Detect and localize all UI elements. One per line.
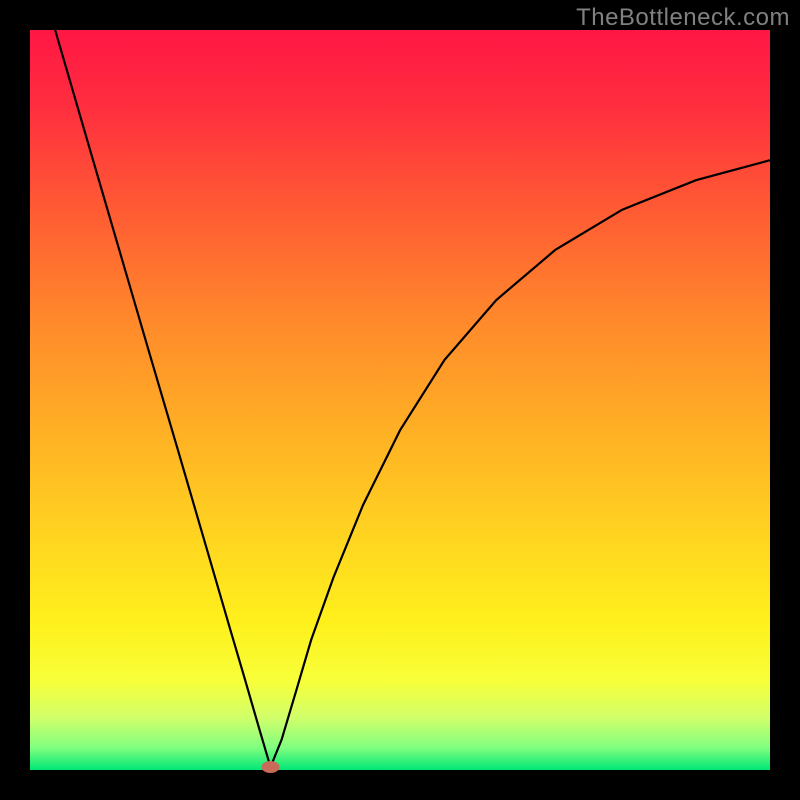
plot-background [30,30,770,770]
watermark-text: TheBottleneck.com [576,4,790,32]
chart-container: TheBottleneck.com [0,0,800,800]
bottleneck-chart [0,0,800,800]
minimum-marker [262,761,280,773]
